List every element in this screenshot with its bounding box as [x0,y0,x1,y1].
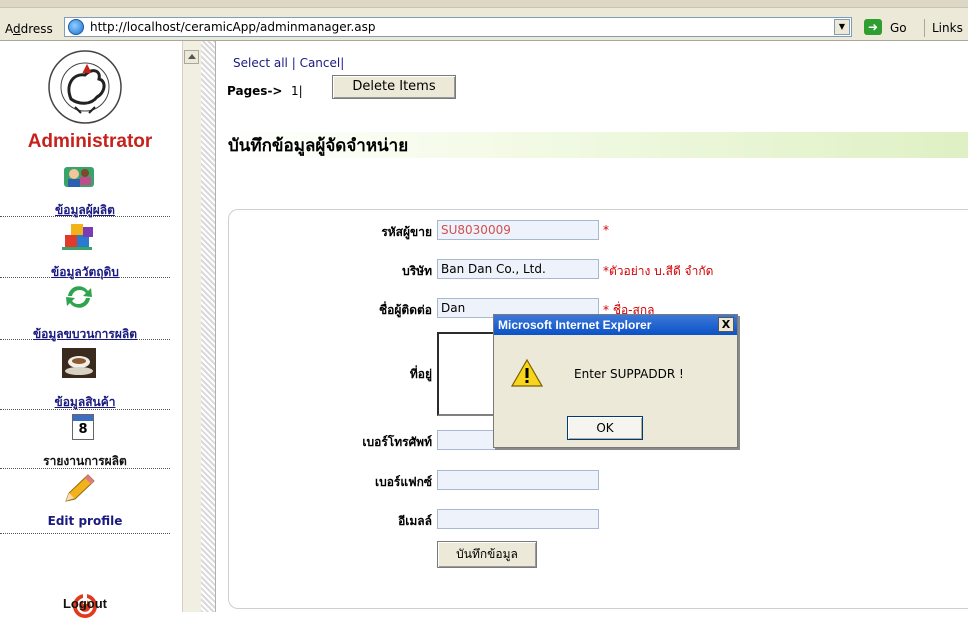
email-input[interactable] [437,509,599,529]
save-button[interactable]: บันทึกข้อมูล [437,541,537,568]
field-label-fax: เบอร์แฟกซ์ [374,475,432,489]
go-label: Go [890,21,907,35]
link-separator: | [291,56,296,70]
selection-links: Select all | Cancel| [233,56,344,70]
go-button[interactable]: ➜ Go [864,18,920,38]
cancel-link[interactable]: Cancel [300,56,341,70]
sidebar-item-label: ข้อมูลวัตถุดิบ [51,265,119,279]
refresh-icon [66,286,92,308]
sidebar-item-label: ข้อมูลสินค้า [54,395,116,409]
go-arrow-icon: ➜ [864,19,882,35]
users-icon [64,167,94,187]
sidebar-item-label: ข้อมูลขบวนการผลิต [32,327,138,341]
address-label: Address [5,22,53,36]
field-label-supplier-code: รหัสผู้ขาย [381,225,432,239]
company-logo-icon [48,50,122,124]
page-number[interactable]: 1| [291,84,303,98]
field-label-phone: เบอร์โทรศัพท์ [362,435,432,449]
toolbar-strip [0,0,968,8]
company-input[interactable]: Ban Dan Co., Ltd. [437,259,599,279]
dialog-title-text: Microsoft Internet Explorer [498,318,652,332]
calendar-number: 8 [78,422,88,437]
product-icon [62,348,96,378]
scroll-up-arrow-icon[interactable] [184,50,199,64]
field-label-contact: ชื่อผู้ติดต่อ [379,303,432,317]
sidebar-item-label: ข้อมูลผู้ผลิต [55,203,115,217]
sidebar-item-label: Edit profile [47,514,123,528]
blocks-icon [62,224,93,250]
links-button[interactable]: Links [932,21,963,35]
delete-items-button[interactable]: Delete Items [332,75,456,99]
toolbar-separator [924,19,925,37]
sidebar-item-production-process[interactable]: ข้อมูลขบวนการผลิต [0,282,170,341]
sidebar-item-products[interactable]: ข้อมูลสินค้า [0,344,170,410]
sidebar-item-raw-materials[interactable]: ข้อมูลวัตถุดิบ [0,221,170,279]
sidebar-item-producers[interactable]: ข้อมูลผู้ผลิต [0,161,170,217]
pages-label: Pages-> [227,84,283,98]
required-hint: * [603,223,609,237]
sidebar: Administrator ข้อมูลผู้ผลิต ข้อมูลวัตถุด… [0,41,182,618]
admin-title: Administrator [27,131,153,152]
sidebar-scrollbar[interactable] [182,41,201,612]
select-all-link[interactable]: Select all [233,56,288,70]
close-icon[interactable]: X [718,317,734,332]
sidebar-item-production-report[interactable]: 8 รายงานการผลิต [0,414,170,469]
supplier-code-input[interactable]: SU8030009 [437,220,599,240]
address-input[interactable]: http://localhost/ceramicApp/adminmanager… [64,17,852,37]
field-label-email: อีเมลล์ [398,514,432,528]
address-dropdown-icon[interactable]: ▼ [834,19,850,35]
page-title: บันทึกข้อมูลผู้จัดจำหน่าย [228,136,409,156]
ok-button[interactable]: OK [567,416,643,440]
calendar-icon: 8 [72,414,94,440]
company-hint: *ตัวอย่าง บ.สีดี จำกัด [603,264,714,278]
alert-dialog: Microsoft Internet Explorer X Enter SUPP… [493,314,738,448]
dialog-title: Microsoft Internet Explorer [494,315,737,335]
link-separator: | [340,56,345,70]
logout-link[interactable]: Logout [0,596,170,611]
field-label-address: ที่อยู่ [409,367,432,381]
field-label-company: บริษัท [402,264,432,278]
ie-page-icon [68,19,84,35]
browser-address-bar: Address http://localhost/ceramicApp/admi… [0,0,968,41]
sidebar-item-edit-profile[interactable]: Edit profile [0,473,170,534]
pencil-icon [65,474,95,502]
fax-input[interactable] [437,470,599,490]
dialog-message: Enter SUPPADDR ! [574,367,684,381]
address-url: http://localhost/ceramicApp/adminmanager… [90,20,376,34]
sidebar-item-label: รายงานการผลิต [43,454,127,468]
warning-icon [511,358,543,387]
frame-divider[interactable] [201,41,216,612]
